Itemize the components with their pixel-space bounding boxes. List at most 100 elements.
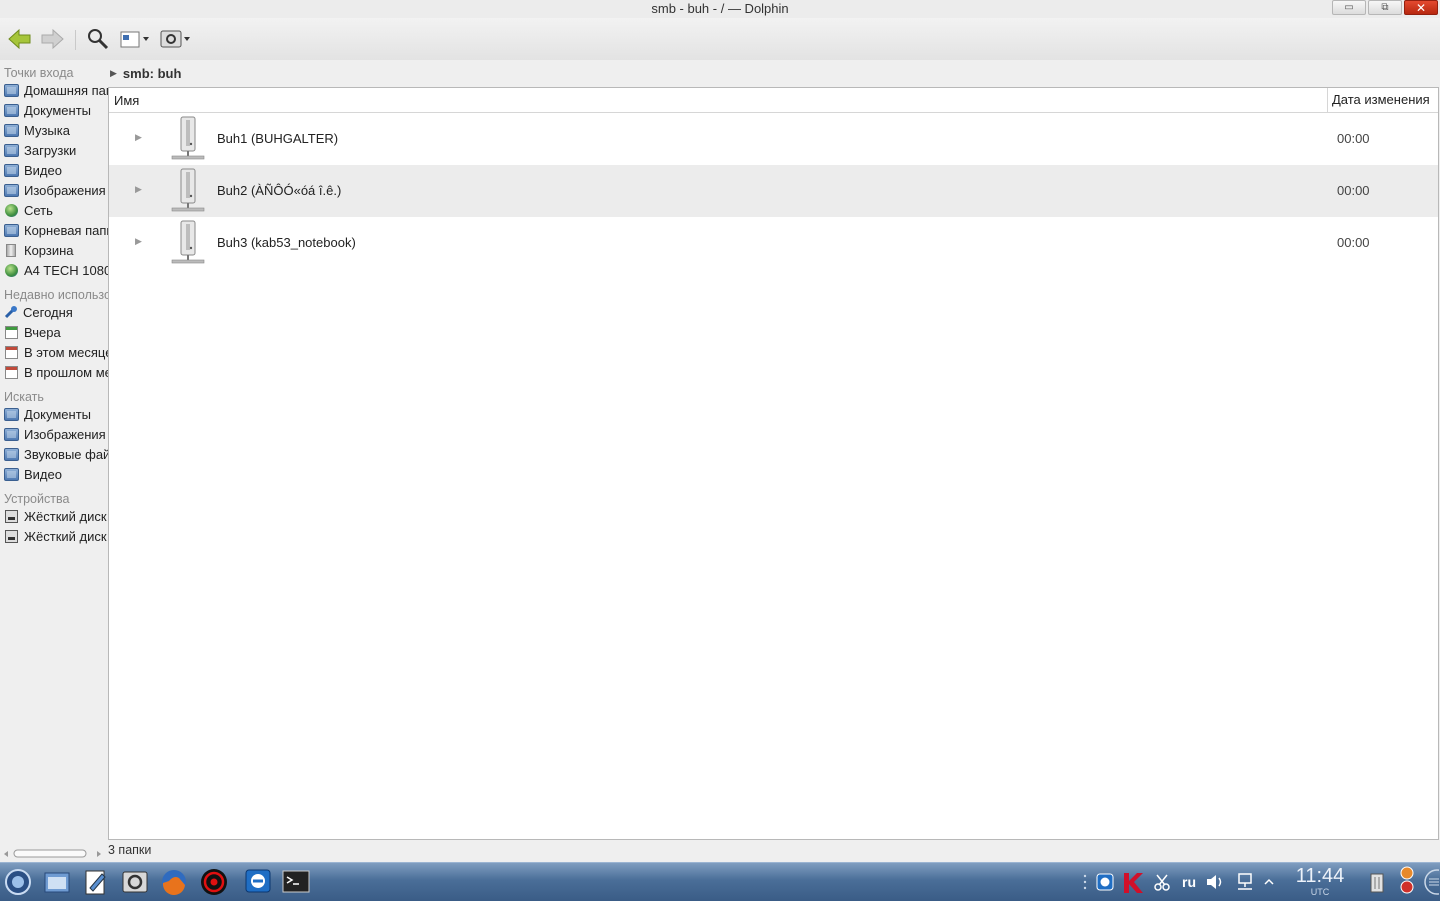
file-view[interactable]: Имя Дата изменения ▶ Buh1 (BUHGALTER) 00:0… bbox=[108, 87, 1439, 840]
panel-toolbox-icon[interactable] bbox=[1422, 867, 1440, 897]
trash-icon bbox=[6, 243, 16, 257]
expand-arrow-icon[interactable]: ▶ bbox=[135, 236, 142, 247]
file-row[interactable]: ▶ Buh1 (BUHGALTER) 00:00 bbox=[109, 113, 1438, 165]
search-item-3[interactable]: Видео bbox=[0, 464, 108, 484]
clock-time: 11:44 bbox=[1295, 865, 1345, 887]
sidebar-horizontal-scrollbar[interactable] bbox=[0, 847, 108, 861]
search-item-label: Документы bbox=[24, 406, 92, 422]
session-lock-logout-icon[interactable] bbox=[1398, 865, 1416, 895]
recent-item-label: В этом месяце bbox=[24, 344, 108, 360]
places-item-label: Видео bbox=[24, 162, 62, 178]
expand-arrow-icon[interactable]: ▶ bbox=[135, 132, 142, 143]
folder-icon bbox=[4, 447, 19, 461]
recent-item-label: Вчера bbox=[24, 324, 61, 340]
tray-expand-arrow-icon[interactable] bbox=[1262, 871, 1276, 893]
forward-button[interactable] bbox=[38, 26, 66, 52]
recent-item-2[interactable]: В этом месяце bbox=[0, 342, 108, 362]
breadcrumb-arrow-icon[interactable]: ▶ bbox=[110, 68, 117, 79]
places-section-title: Точки входа bbox=[4, 66, 74, 80]
search-item-2[interactable]: Звуковые файлы bbox=[0, 444, 108, 464]
application-launcher-icon[interactable] bbox=[3, 867, 33, 897]
folder-icon bbox=[4, 407, 19, 421]
places-item-label: Домашняя папка bbox=[24, 82, 108, 98]
places-item-label: Загрузки bbox=[24, 142, 77, 158]
places-item-label: Изображения bbox=[24, 182, 106, 198]
places-panel: Точки входа Домашняя папка Документы Музык… bbox=[0, 60, 108, 845]
file-row[interactable]: ▶ Buh2 (ÀÑÔÓ«óá î.ê.) 00:00 bbox=[109, 165, 1438, 217]
file-row[interactable]: ▶ Buh3 (kab53_notebook) 00:00 bbox=[109, 217, 1438, 269]
back-button[interactable] bbox=[6, 26, 34, 52]
target-app-icon[interactable] bbox=[199, 867, 229, 897]
control-menu-button[interactable] bbox=[158, 26, 192, 52]
places-item-9[interactable]: A4 TECH 1080 bbox=[0, 260, 108, 280]
volume-icon[interactable] bbox=[1204, 871, 1226, 893]
search-item-label: Видео bbox=[24, 466, 62, 482]
places-item-3[interactable]: Загрузки bbox=[0, 140, 108, 160]
trash-taskbar-icon[interactable] bbox=[1367, 869, 1387, 895]
minimize-button[interactable]: ▭ bbox=[1332, 0, 1366, 15]
places-item-6[interactable]: Сеть bbox=[0, 200, 108, 220]
recent-item-1[interactable]: Вчера bbox=[0, 322, 108, 342]
device-item-1[interactable]: Жёсткий диск bbox=[0, 526, 108, 546]
device-item-label: Жёсткий диск bbox=[24, 528, 107, 544]
today-icon bbox=[4, 306, 17, 319]
clipboard-scissors-icon[interactable] bbox=[1152, 871, 1172, 893]
maximize-button[interactable]: ⧉ bbox=[1368, 0, 1402, 15]
network-icon[interactable] bbox=[1234, 871, 1256, 893]
places-item-5[interactable]: Изображения bbox=[0, 180, 108, 200]
places-item-0[interactable]: Домашняя папка bbox=[0, 80, 108, 100]
control-icon bbox=[160, 30, 190, 48]
breadcrumb[interactable]: ▶ smb: buh bbox=[110, 63, 181, 83]
teamviewer-tray-icon[interactable] bbox=[1095, 871, 1115, 893]
folder-icon bbox=[4, 223, 19, 237]
recent-item-0[interactable]: Сегодня bbox=[0, 302, 108, 322]
folder-icon bbox=[4, 183, 19, 197]
tray-separator-icon bbox=[1080, 871, 1090, 893]
device-item-label: Жёсткий диск bbox=[24, 508, 107, 524]
system-settings-icon[interactable] bbox=[120, 867, 150, 897]
devices-section-title: Устройства bbox=[4, 492, 70, 506]
folder-icon bbox=[4, 163, 19, 177]
text-editor-icon[interactable] bbox=[81, 867, 111, 897]
close-button[interactable]: ✕ bbox=[1404, 0, 1438, 15]
file-modified-time: 00:00 bbox=[1337, 183, 1370, 198]
places-item-7[interactable]: Корневая папка bbox=[0, 220, 108, 240]
file-manager-icon[interactable] bbox=[42, 867, 72, 897]
expand-arrow-icon[interactable]: ▶ bbox=[135, 184, 142, 195]
folder-icon bbox=[4, 427, 19, 441]
file-name[interactable]: Buh2 (ÀÑÔÓ«óá î.ê.) bbox=[217, 183, 341, 198]
keyboard-layout-indicator[interactable]: ru bbox=[1178, 871, 1200, 893]
breadcrumb-label[interactable]: smb: buh bbox=[123, 66, 182, 81]
places-item-4[interactable]: Видео bbox=[0, 160, 108, 180]
column-date-header[interactable]: Дата изменения bbox=[1327, 88, 1430, 112]
search-item-1[interactable]: Изображения bbox=[0, 424, 108, 444]
recent-item-label: В прошлом месяце bbox=[24, 364, 108, 380]
globe-icon bbox=[5, 203, 18, 217]
column-name-header[interactable]: Имя bbox=[114, 93, 139, 108]
teamviewer-icon[interactable] bbox=[243, 867, 273, 897]
places-item-label: Корзина bbox=[24, 242, 74, 258]
recent-item-label: Сегодня bbox=[23, 304, 73, 320]
search-item-0[interactable]: Документы bbox=[0, 404, 108, 424]
places-item-2[interactable]: Музыка bbox=[0, 120, 108, 140]
kaspersky-tray-icon[interactable] bbox=[1120, 871, 1146, 895]
folder-icon bbox=[4, 467, 19, 481]
calendar-icon bbox=[5, 345, 18, 359]
file-name[interactable]: Buh1 (BUHGALTER) bbox=[217, 131, 338, 146]
terminal-icon[interactable] bbox=[281, 867, 311, 897]
recent-item-3[interactable]: В прошлом месяце bbox=[0, 362, 108, 382]
folder-icon bbox=[4, 83, 19, 97]
places-item-label: Музыка bbox=[24, 122, 70, 138]
hdd-icon bbox=[5, 529, 18, 543]
file-name[interactable]: Buh3 (kab53_notebook) bbox=[217, 235, 356, 250]
clock[interactable]: 11:44 UTC bbox=[1292, 865, 1348, 897]
places-item-8[interactable]: Корзина bbox=[0, 240, 108, 260]
places-item-1[interactable]: Документы bbox=[0, 100, 108, 120]
device-item-0[interactable]: Жёсткий диск bbox=[0, 506, 108, 526]
calendar-icon bbox=[5, 365, 18, 379]
firefox-icon[interactable] bbox=[159, 867, 189, 897]
network-share-icon bbox=[171, 168, 205, 212]
clock-timezone: UTC bbox=[1310, 887, 1330, 897]
search-button[interactable] bbox=[84, 26, 112, 52]
view-mode-button[interactable] bbox=[118, 26, 152, 52]
